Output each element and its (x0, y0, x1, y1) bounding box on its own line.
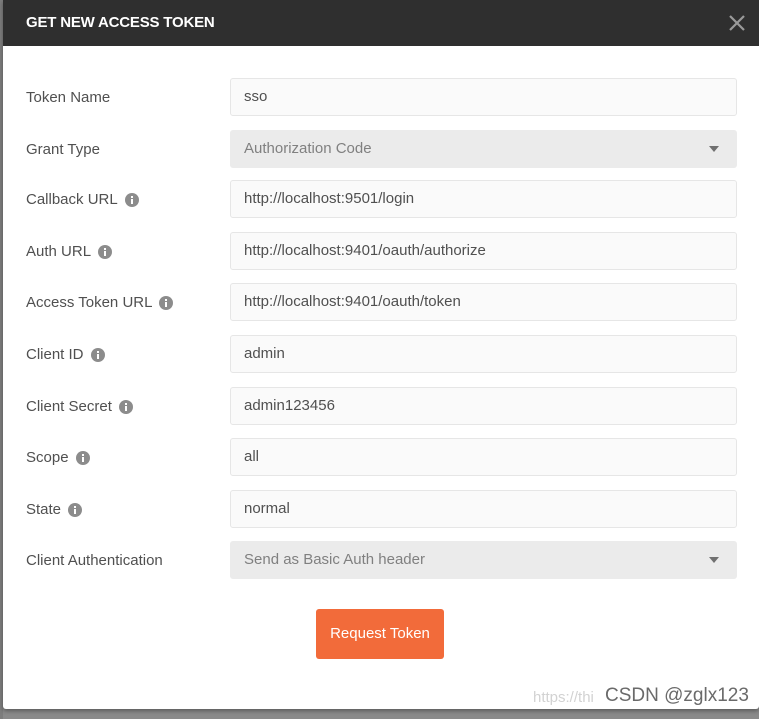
form-row-client-id: Client ID admin (3, 335, 759, 375)
label-grant-type: Grant Type (26, 141, 100, 158)
form-row-state: State normal (3, 490, 759, 530)
scope-input[interactable]: all (230, 438, 737, 476)
state-input[interactable]: normal (230, 490, 737, 528)
client-authentication-value: Send as Basic Auth header (244, 551, 425, 568)
grant-type-value: Authorization Code (244, 140, 372, 157)
label-callback-url: Callback URL (26, 191, 139, 208)
label-token-name: Token Name (26, 89, 110, 106)
request-token-button[interactable]: Request Token (316, 609, 444, 659)
label-text: Grant Type (26, 141, 100, 158)
grant-type-select[interactable]: Authorization Code (230, 130, 737, 168)
client-authentication-select[interactable]: Send as Basic Auth header (230, 541, 737, 579)
label-client-id: Client ID (26, 346, 105, 363)
client-id-input[interactable]: admin (230, 335, 737, 373)
label-scope: Scope (26, 449, 90, 466)
form-row-client-secret: Client Secret admin123456 (3, 387, 759, 427)
form-row-callback-url: Callback URL http://localhost:9501/login (3, 180, 759, 220)
form-row-auth-url: Auth URL http://localhost:9401/oauth/aut… (3, 232, 759, 272)
watermark: CSDN @zglx123 (605, 685, 749, 706)
info-icon[interactable] (159, 295, 174, 310)
info-icon[interactable] (90, 347, 105, 362)
client-secret-input[interactable]: admin123456 (230, 387, 737, 425)
access-token-url-input[interactable]: http://localhost:9401/oauth/token (230, 283, 737, 321)
chevron-down-icon (709, 557, 719, 563)
form-row-client-authentication: Client Authentication Send as Basic Auth… (3, 541, 759, 581)
info-icon[interactable] (124, 192, 139, 207)
label-client-authentication: Client Authentication (26, 552, 163, 569)
label-client-secret: Client Secret (26, 398, 133, 415)
get-new-access-token-dialog: GET NEW ACCESS TOKEN Token Name sso Gran… (3, 0, 759, 709)
info-icon[interactable] (75, 450, 90, 465)
close-icon (729, 15, 745, 31)
label-text: Token Name (26, 89, 111, 106)
auth-url-input[interactable]: http://localhost:9401/oauth/authorize (230, 232, 737, 270)
label-text: Callback URL (26, 191, 118, 208)
form-row-grant-type: Grant Type Authorization Code (3, 130, 759, 170)
form-row-scope: Scope all (3, 438, 759, 478)
label-text: Client ID (26, 346, 84, 363)
form-row-token-name: Token Name sso (3, 78, 759, 118)
label-state: State (26, 501, 83, 518)
label-text: State (26, 501, 62, 518)
close-button[interactable] (723, 9, 751, 37)
label-text: Scope (26, 449, 69, 466)
watermark-url: https://thi (533, 689, 594, 706)
label-text: Client Secret (26, 398, 112, 415)
info-icon[interactable] (98, 244, 113, 259)
token-name-input[interactable]: sso (230, 78, 737, 116)
dialog-header: GET NEW ACCESS TOKEN (3, 0, 759, 46)
label-text: Access Token URL (26, 294, 153, 311)
info-icon[interactable] (118, 399, 133, 414)
label-text: Auth URL (26, 243, 92, 260)
label-access-token-url: Access Token URL (26, 294, 174, 311)
chevron-down-icon (709, 146, 719, 152)
form-row-access-token-url: Access Token URL http://localhost:9401/o… (3, 283, 759, 323)
dialog-title: GET NEW ACCESS TOKEN (26, 14, 215, 31)
label-text: Client Authentication (26, 552, 163, 569)
info-icon[interactable] (68, 502, 83, 517)
callback-url-input[interactable]: http://localhost:9501/login (230, 180, 737, 218)
label-auth-url: Auth URL (26, 243, 113, 260)
